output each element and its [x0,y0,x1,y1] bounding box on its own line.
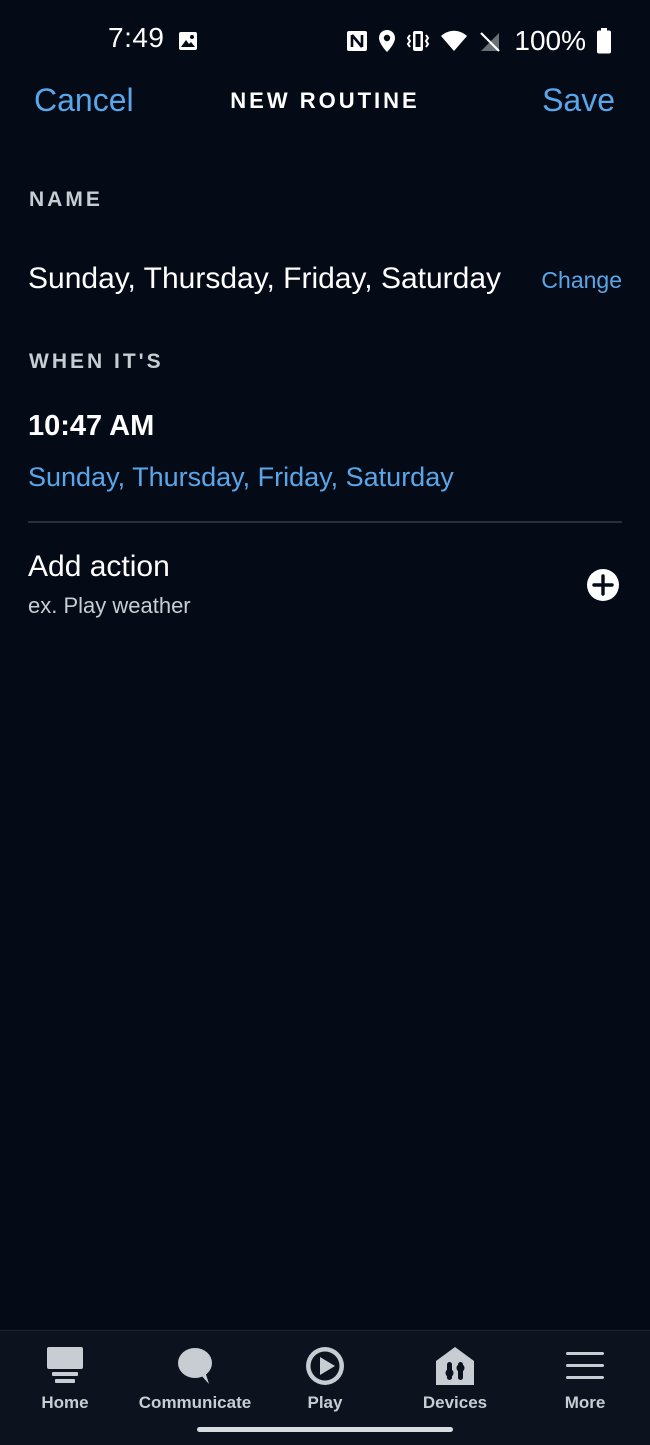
more-icon [566,1352,604,1379]
add-action-title: Add action [28,550,170,583]
status-bar: 7:49 100% [0,0,650,80]
battery-icon [597,28,611,54]
vibrate-icon [407,31,430,51]
trigger-time: 10:47 AM [28,410,155,442]
routine-name-value: Sunday, Thursday, Friday, Saturday [28,262,502,295]
nav-label: More [564,1393,606,1412]
nav-label: Play [307,1393,343,1412]
nav-item-devices[interactable]: Devices [390,1339,520,1419]
change-name-button[interactable]: Change [541,267,622,294]
nav-item-play[interactable]: Play [260,1339,390,1419]
nav-label: Devices [422,1393,488,1412]
status-time: 7:49 [108,22,165,53]
nav-item-more[interactable]: More [520,1339,650,1419]
plus-circle-icon[interactable] [586,568,620,602]
name-section-label: NAME [29,188,103,211]
save-button[interactable]: Save [542,82,615,119]
status-icons: 100% [346,24,612,58]
add-action-subtitle: ex. Play weather [28,593,191,618]
header: Cancel NEW ROUTINE Save [0,76,650,126]
nav-label: Communicate [138,1393,252,1412]
nfc-icon [347,31,368,51]
routine-screen: 7:49 100% Cancel NEW ROUTINE Save NAME S… [0,0,650,1445]
home-icon [47,1347,83,1383]
trigger-days-link[interactable]: Sunday, Thursday, Friday, Saturday [28,462,454,493]
divider [28,521,622,523]
battery-percent: 100% [514,25,586,56]
location-icon [379,30,396,52]
image-icon [179,32,197,50]
communicate-icon [178,1348,212,1384]
devices-icon [436,1347,474,1385]
nav-label: Home [41,1393,89,1412]
home-indicator[interactable] [197,1427,453,1432]
nav-item-home[interactable]: Home [0,1339,130,1419]
wifi-icon [441,30,468,51]
name-row: Sunday, Thursday, Friday, Saturday Chang… [28,258,622,304]
no-signal-icon [480,32,501,52]
nav-item-communicate[interactable]: Communicate [130,1339,260,1419]
add-action-row[interactable]: Add action ex. Play weather [28,548,622,628]
play-icon [306,1347,344,1385]
when-section-label: WHEN IT'S [29,350,164,373]
